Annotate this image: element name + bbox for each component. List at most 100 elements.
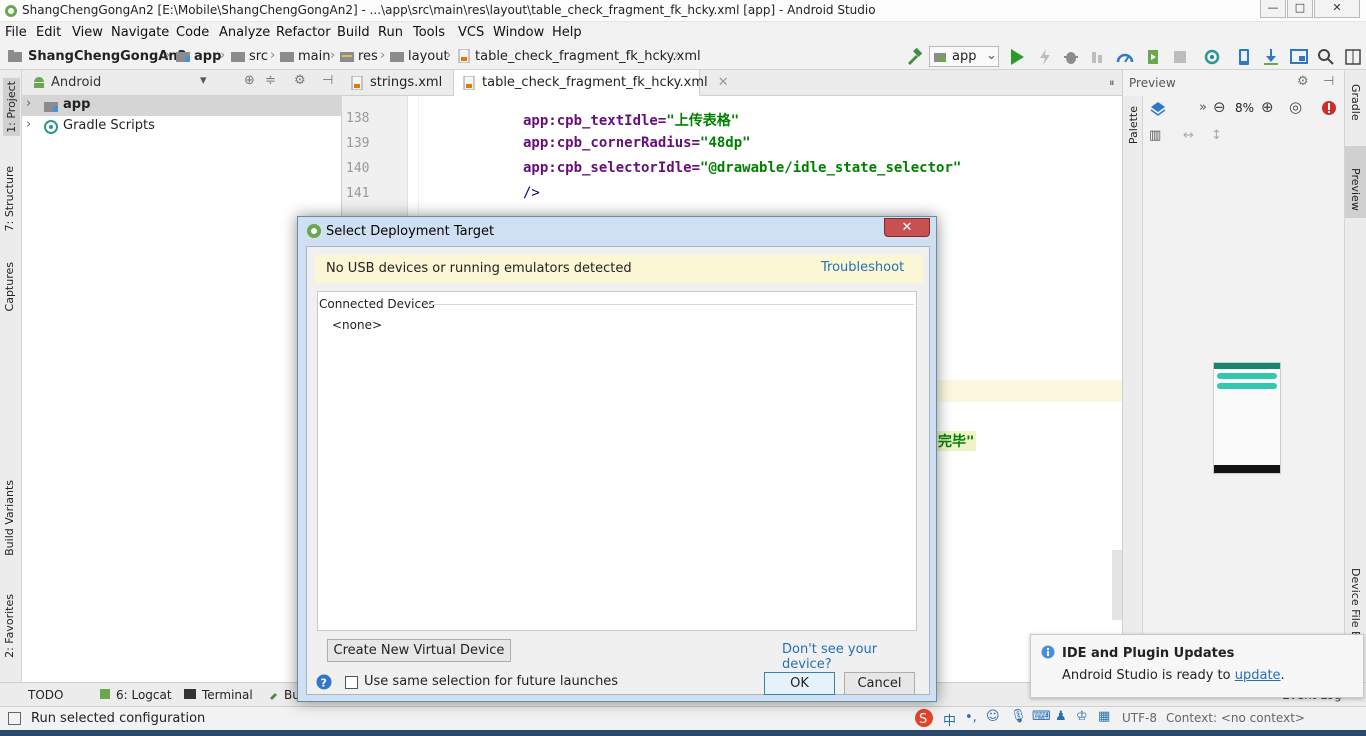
tab-logcat[interactable]: 6: Logcat	[116, 688, 172, 702]
sync-gradle-icon[interactable]	[1203, 48, 1221, 66]
ime-mode-icon[interactable]: 中	[943, 710, 956, 729]
layers-icon[interactable]	[1149, 100, 1167, 118]
menu-window[interactable]: Window	[493, 25, 544, 40]
stop-icon[interactable]	[1171, 48, 1189, 66]
tab-build-variants[interactable]: Build Variants	[3, 480, 16, 556]
tab-terminal[interactable]: Terminal	[202, 688, 253, 702]
menu-build[interactable]: Build	[337, 25, 370, 40]
troubleshoot-link[interactable]: Troubleshoot	[821, 260, 904, 275]
maximize-button[interactable]: □	[1287, 0, 1313, 18]
user-icon[interactable]: ♟	[1055, 709, 1067, 724]
device-list-item[interactable]: <none>	[332, 318, 382, 332]
debug-icon[interactable]	[1062, 48, 1080, 66]
microphone-icon[interactable]: 🎙	[1010, 709, 1027, 724]
toolbox-icon[interactable]: ▦	[1098, 709, 1110, 724]
skin-icon[interactable]: ♔	[1076, 709, 1088, 724]
create-virtual-device-button[interactable]: Create New Virtual Device	[327, 639, 511, 662]
zoom-out-icon[interactable]: ⊖	[1213, 98, 1226, 116]
update-notification[interactable]: IDE and Plugin Updates Android Studio is…	[1030, 634, 1364, 698]
punctuation-icon[interactable]: •,	[965, 710, 977, 725]
locate-icon[interactable]: ⊕	[244, 73, 255, 88]
gear-icon[interactable]: ⚙	[1297, 74, 1309, 89]
search-icon[interactable]	[1317, 48, 1335, 66]
chevron-right-icon[interactable]: ›	[26, 96, 31, 111]
cancel-button[interactable]: Cancel	[844, 672, 915, 695]
error-icon[interactable]	[1321, 100, 1337, 116]
tab-project[interactable]: 1: Project	[3, 78, 20, 136]
more-icon[interactable]: »	[1199, 100, 1207, 115]
horizontal-resize-icon[interactable]: ↔	[1183, 128, 1194, 143]
status-toggle-icon[interactable]	[8, 712, 21, 725]
sdk-manager-icon[interactable]	[1262, 48, 1280, 66]
tab-favorites[interactable]: 2: Favorites	[3, 594, 16, 658]
tab-structure[interactable]: 7: Structure	[3, 166, 16, 231]
tab-strings-xml[interactable]: strings.xml ✕	[342, 70, 463, 96]
help-icon[interactable]: ?	[316, 674, 332, 690]
tab-gradle[interactable]: Gradle	[1349, 84, 1362, 121]
gear-icon[interactable]: ⚙	[294, 73, 306, 88]
editor-context[interactable]: Context: <no context>	[1166, 711, 1305, 725]
design-view-icon[interactable]: ▥	[1149, 128, 1161, 143]
tab-todo[interactable]: TODO	[28, 688, 63, 702]
menu-analyze[interactable]: Analyze	[219, 25, 270, 40]
device-list[interactable]: Connected Devices <none>	[317, 291, 917, 631]
breadcrumb-main[interactable]: main	[298, 49, 330, 64]
tab-table-check-fragment[interactable]: table_check_fragment_fk_hcky.xml ✕	[454, 70, 729, 96]
close-icon[interactable]: ✕	[718, 75, 729, 90]
code-line[interactable]: app:cpb_cornerRadius="48dp"	[523, 135, 751, 151]
ok-button[interactable]: OK	[764, 672, 835, 695]
zoom-in-icon[interactable]: ⊕	[1261, 98, 1274, 116]
keyboard-icon[interactable]: ⌨	[1032, 709, 1051, 724]
breadcrumb-res[interactable]: res	[358, 49, 378, 64]
run-configuration-select[interactable]: app ⌄	[929, 46, 999, 67]
hide-panel-icon[interactable]: ⊣	[322, 73, 333, 88]
tree-item-app[interactable]: › app	[22, 95, 342, 116]
code-line[interactable]: app:cpb_textIdle="上传表格"	[523, 110, 739, 130]
code-line[interactable]: />	[523, 185, 540, 201]
project-view-selector[interactable]: Android	[51, 75, 101, 90]
update-link[interactable]: update	[1235, 668, 1281, 683]
menu-tools[interactable]: Tools	[413, 25, 445, 40]
tab-captures[interactable]: Captures	[3, 262, 16, 311]
avd-manager-icon[interactable]	[1235, 48, 1253, 66]
attach-debugger-icon[interactable]	[1144, 48, 1162, 66]
menu-view[interactable]: View	[72, 25, 103, 40]
editor-scrollbar[interactable]	[1112, 550, 1122, 620]
dont-see-device-link[interactable]: Don't see your device?	[782, 642, 929, 672]
device-preview-thumbnail[interactable]	[1213, 362, 1281, 474]
layout-icon[interactable]	[1344, 48, 1362, 66]
breadcrumb-project[interactable]: ShangChengGongAn2	[28, 49, 187, 64]
menu-code[interactable]: Code	[176, 25, 209, 40]
profiler-icon[interactable]	[1116, 48, 1134, 66]
breadcrumb-app[interactable]: app	[194, 49, 221, 64]
apply-changes-icon[interactable]	[1036, 48, 1054, 66]
menu-navigate[interactable]: Navigate	[111, 25, 169, 40]
build-hammer-icon[interactable]	[905, 47, 923, 66]
code-line[interactable]: app:cpb_selectorIdle="@drawable/idle_sta…	[523, 160, 961, 176]
breadcrumb-file[interactable]: table_check_fragment_fk_hcky.xml	[475, 49, 701, 64]
emoji-icon[interactable]: ☺	[986, 709, 1000, 724]
breadcrumb-src[interactable]: src	[249, 49, 268, 64]
dialog-close-button[interactable]: ✕	[884, 218, 930, 237]
chevron-down-icon[interactable]: ▾	[200, 73, 207, 88]
tree-item-gradle-scripts[interactable]: › Gradle Scripts	[22, 116, 342, 137]
menu-help[interactable]: Help	[552, 25, 582, 40]
split-editor-icon[interactable]: ⏸	[1109, 76, 1115, 90]
same-selection-checkbox[interactable]	[345, 676, 358, 689]
tab-preview[interactable]: Preview	[1349, 168, 1362, 211]
menu-vcs[interactable]: VCS	[458, 25, 484, 40]
menu-run[interactable]: Run	[378, 25, 403, 40]
vertical-resize-icon[interactable]: ↕	[1211, 128, 1222, 143]
run-icon[interactable]	[1008, 48, 1026, 66]
menu-refactor[interactable]: Refactor	[276, 25, 331, 40]
file-encoding[interactable]: UTF-8	[1122, 711, 1157, 725]
close-window-button[interactable]: ✕	[1314, 0, 1360, 18]
zoom-fit-icon[interactable]: ◎	[1289, 98, 1302, 116]
menu-file[interactable]: File	[5, 25, 27, 40]
breadcrumb-layout[interactable]: layout	[408, 49, 449, 64]
coverage-icon[interactable]	[1089, 48, 1107, 66]
project-structure-icon[interactable]	[1290, 48, 1308, 66]
collapse-all-icon[interactable]: ≑	[265, 73, 276, 88]
tab-palette[interactable]: Palette	[1127, 106, 1140, 144]
tab-device-file-explorer[interactable]: Device File E	[1349, 568, 1362, 638]
